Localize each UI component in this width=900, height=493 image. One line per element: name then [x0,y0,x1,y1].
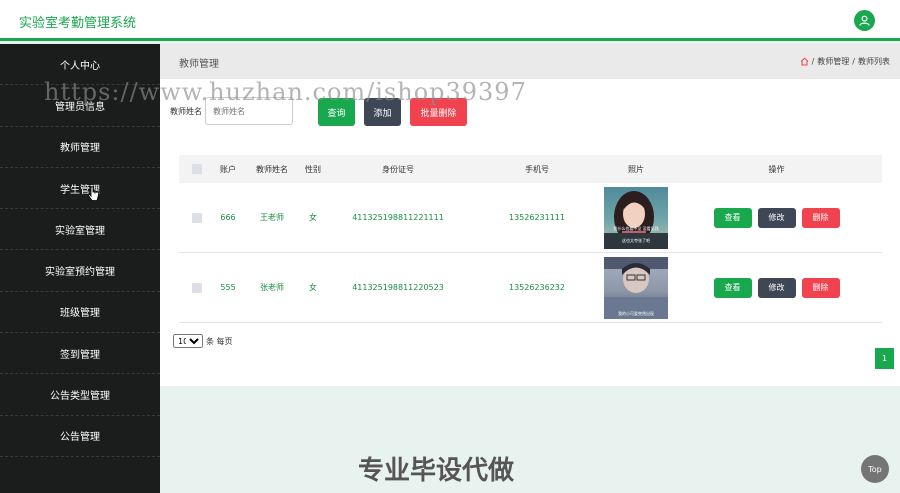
breadcrumb-separator: / [811,57,815,66]
table-header: 账户 教师姓名 性别 身份证号 手机号 照片 操作 [179,155,882,183]
content-panel: 教师姓名 查询 添加 批量删除 账户 教师姓名 性别 身份证号 手机号 照片 操… [160,79,900,386]
breadcrumb-separator: / [852,57,855,66]
gender-cell: 女 [309,213,317,222]
row-checkbox[interactable] [192,282,202,293]
phone-cell: 13526231111 [509,213,565,222]
account-cell: 666 [220,213,236,222]
sidebar-item-labs[interactable]: 实验室管理 [0,209,160,251]
column-header: 照片 [628,164,644,174]
column-header: 身份证号 [382,164,414,174]
user-icon [859,15,870,26]
edit-button[interactable]: 修改 [757,277,796,298]
phone-cell: 13526236232 [509,283,565,292]
row-checkbox[interactable] [192,212,202,223]
top-bar: 实验室考勤管理系统 [0,0,900,41]
delete-button[interactable]: 删除 [801,277,840,298]
account-cell: 555 [220,283,236,292]
column-header: 手机号 [525,164,549,174]
back-to-top-button[interactable]: Top [861,455,889,483]
home-icon[interactable] [800,57,809,66]
teacher-photo[interactable]: 我的小可爱突然出现 [604,256,668,319]
sidebar-item-lab-booking[interactable]: 实验室预约管理 [0,250,160,292]
sidebar-item-checkin[interactable]: 签到管理 [0,333,160,375]
column-header: 教师姓名 [256,164,288,174]
table-row: 555 张老师 女 411325198811220523 13526236232 [179,253,882,323]
app-title: 实验室考勤管理系统 [19,16,137,31]
breadcrumb-parent[interactable]: 教师管理 [817,56,849,67]
page-size-control: 10 条 每页 [173,334,233,348]
main-content: 教师管理 / 教师管理 / 教师列表 教师姓名 查询 添加 批量删除 账户 教师… [160,44,900,493]
sidebar-item-classes[interactable]: 班级管理 [0,292,160,334]
sidebar-item-notice-types[interactable]: 公告类型管理 [0,374,160,416]
gender-cell: 女 [309,283,317,292]
delete-button[interactable]: 删除 [801,207,840,228]
watermark-text: https://www.huzhan.com/ishop39397 [44,78,527,106]
photo-caption: 我什么也看不见 没看见我 [613,225,659,231]
id-card-cell: 411325198811221111 [352,213,444,222]
breadcrumb: / 教师管理 / 教师列表 [800,56,890,67]
photo-caption: 我的小可爱突然出现 [618,310,654,316]
column-header: 性别 [305,164,321,174]
column-header: 账户 [220,164,236,174]
mouse-cursor-icon [88,186,99,201]
sidebar-item-teachers[interactable]: 教师管理 [0,127,160,168]
select-all-checkbox[interactable] [192,164,202,174]
page-number-button[interactable]: 1 [875,348,894,369]
photo-illustration [604,256,668,319]
table-row: 666 王老师 女 411325198811221111 13526231111 [179,183,882,253]
search-label: 教师姓名 [170,106,202,116]
page-header: 教师管理 / 教师管理 / 教师列表 [160,44,900,79]
id-card-cell: 411325198811220523 [352,283,444,292]
teacher-photo[interactable]: 我什么也看不见 没看见我 这也太夸张了吧 [604,186,668,249]
sidebar: 个人中心 管理员信息 教师管理 学生管理 实验室管理 实验室预约管理 班级管理 … [0,44,160,493]
edit-button[interactable]: 修改 [757,207,796,228]
photo-caption: 这也太夸张了吧 [622,237,650,243]
user-avatar-button[interactable] [854,10,875,31]
view-button[interactable]: 查看 [713,207,752,228]
sidebar-item-notices[interactable]: 公告管理 [0,416,160,457]
per-page-label: 条 每页 [206,336,233,346]
page-size-select[interactable]: 10 [173,334,203,348]
page-title: 教师管理 [179,59,219,70]
promo-text: 专业毕设代做 [358,456,515,486]
sidebar-item-students[interactable]: 学生管理 [0,168,160,210]
breadcrumb-current: 教师列表 [858,57,890,66]
name-cell: 王老师 [260,213,284,222]
column-header: 操作 [768,164,785,174]
name-cell: 张老师 [260,283,284,292]
view-button[interactable]: 查看 [713,277,752,298]
teacher-table: 账户 教师姓名 性别 身份证号 手机号 照片 操作 666 王老师 女 4113… [179,155,882,323]
